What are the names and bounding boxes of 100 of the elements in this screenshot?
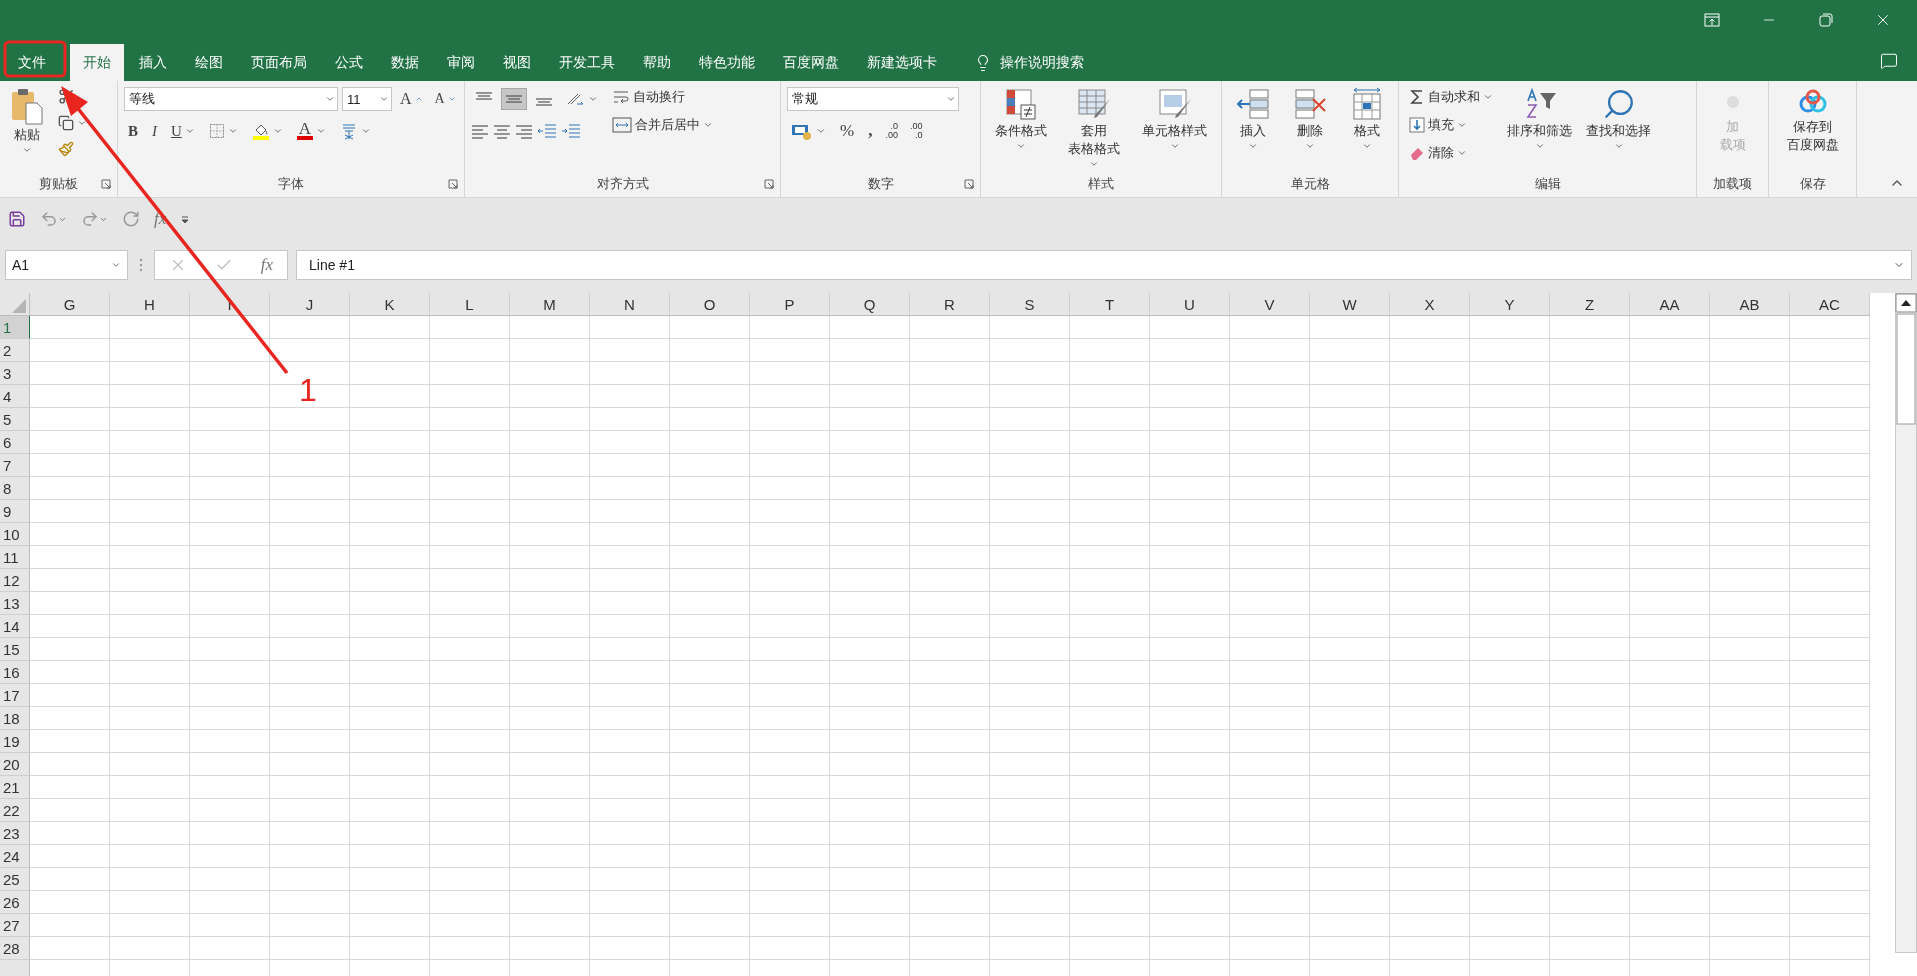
row-header[interactable]: 9 [0,500,30,523]
column-header[interactable]: R [910,293,990,315]
row-header[interactable]: 6 [0,431,30,454]
row-header[interactable]: 21 [0,776,30,799]
undo-icon[interactable] [40,210,58,228]
column-header[interactable]: W [1310,293,1390,315]
fill-button[interactable]: 填充 [1405,113,1497,137]
ribbon-tab[interactable]: 百度网盘 [770,44,852,81]
comma-button[interactable]: , [864,118,877,144]
wrap-text-button[interactable]: 自动换行 [608,85,717,109]
comment-icon[interactable] [1879,51,1898,70]
column-header[interactable]: AA [1630,293,1710,315]
format-painter-icon[interactable] [58,141,74,157]
underline-button[interactable]: U [167,119,199,143]
find-select-button[interactable]: 查找和选择 [1582,85,1655,153]
delete-button[interactable]: 删除 [1289,85,1331,153]
increase-indent-icon[interactable] [561,123,581,139]
column-header[interactable]: Z [1550,293,1630,315]
italic-button[interactable]: I [148,119,161,143]
row-header[interactable]: 28 [0,937,30,960]
borders-icon[interactable] [208,123,225,139]
column-header[interactable]: J [270,293,350,315]
ribbon-tab[interactable]: 公式 [322,44,376,81]
ribbon-tab[interactable]: 视图 [490,44,544,81]
column-header[interactable]: H [110,293,190,315]
row-header[interactable]: 5 [0,408,30,431]
copy-icon[interactable] [58,115,74,131]
column-header[interactable]: V [1230,293,1310,315]
ribbon-tab[interactable]: 特色功能 [686,44,768,81]
grow-font-button[interactable]: A [396,87,427,111]
row-header[interactable]: 3 [0,362,30,385]
save-to-cloud-button[interactable]: 保存到 百度网盘 [1782,85,1843,155]
formula-input[interactable]: Line #1 [296,250,1912,280]
ribbon-tab[interactable]: 文件 [5,44,59,81]
row-header[interactable]: 2 [0,339,30,362]
column-header[interactable]: T [1070,293,1150,315]
column-header[interactable]: K [350,293,430,315]
row-header[interactable]: 16 [0,661,30,684]
column-header[interactable]: Q [830,293,910,315]
name-box[interactable]: A1 [5,250,128,280]
format-button[interactable]: 格式 [1345,85,1388,153]
font-name-field[interactable]: 等线 [124,87,338,111]
row-header[interactable]: 24 [0,845,30,868]
conditional-format-button[interactable]: 条件格式 [990,85,1051,153]
align-center-icon[interactable] [493,123,511,139]
repeat-icon[interactable] [122,210,140,228]
row-header[interactable]: 8 [0,477,30,500]
decrease-decimal-button[interactable]: .00 .0 [906,120,926,142]
merge-center-button[interactable]: 合并后居中 [608,113,717,137]
row-header[interactable]: 1 [0,316,30,339]
row-header[interactable]: 15 [0,638,30,661]
align-right-icon[interactable] [515,123,533,139]
insert-button[interactable]: 插入 [1232,85,1275,153]
insert-function-button[interactable]: fx [260,255,274,275]
column-header[interactable]: L [430,293,510,315]
bold-button[interactable]: B [124,119,142,143]
ribbon-tab[interactable]: 开发工具 [546,44,628,81]
row-header[interactable]: 27 [0,914,30,937]
dialog-launcher-icon[interactable] [764,179,774,189]
format-as-table-button[interactable]: 套用 表格格式 [1064,85,1125,171]
row-header[interactable]: 13 [0,592,30,615]
row-header[interactable]: 23 [0,822,30,845]
align-left-icon[interactable] [471,123,489,139]
decrease-indent-icon[interactable] [537,123,557,139]
sort-filter-button[interactable]: 排序和筛选 [1503,85,1576,153]
restore-icon[interactable] [1818,13,1833,27]
row-header[interactable]: 25 [0,868,30,891]
column-header[interactable]: AB [1710,293,1790,315]
dialog-launcher-icon[interactable] [101,179,111,189]
ribbon-tab[interactable]: 审阅 [434,44,488,81]
tell-me-search[interactable]: 操作说明搜索 [964,44,1094,81]
column-header[interactable]: G [30,293,110,315]
row-header[interactable]: 11 [0,546,30,569]
autosum-button[interactable]: 自动求和 [1405,85,1497,109]
accounting-format-icon[interactable] [791,122,813,140]
redo-icon[interactable] [81,210,99,228]
number-format-field[interactable]: 常规 [787,87,959,111]
column-header[interactable]: Y [1470,293,1550,315]
column-header[interactable]: O [670,293,750,315]
row-header[interactable]: 7 [0,454,30,477]
customize-toolbar-icon[interactable] [180,214,191,224]
row-header[interactable]: 12 [0,569,30,592]
row-header[interactable]: 18 [0,707,30,730]
paste-button[interactable]: 粘贴 [6,85,48,157]
ribbon-tab[interactable]: 新建选项卡 [854,44,950,81]
row-header[interactable]: 4 [0,385,30,408]
dialog-launcher-icon[interactable] [964,179,974,189]
worksheet-grid[interactable] [30,316,1870,976]
ribbon-display-options-icon[interactable] [1703,13,1720,27]
column-header[interactable]: M [510,293,590,315]
row-header[interactable]: 22 [0,799,30,822]
shrink-font-button[interactable]: A [430,88,460,110]
increase-decimal-button[interactable]: .0 .00 [882,120,901,142]
ribbon-tab[interactable]: 插入 [126,44,180,81]
column-header[interactable]: X [1390,293,1470,315]
ribbon-tab[interactable]: 绘图 [182,44,236,81]
column-header[interactable]: N [590,293,670,315]
ribbon-tab[interactable]: 开始 [70,44,124,81]
cell-styles-button[interactable]: 单元格样式 [1138,85,1212,153]
font-color-button[interactable]: A [292,119,330,143]
